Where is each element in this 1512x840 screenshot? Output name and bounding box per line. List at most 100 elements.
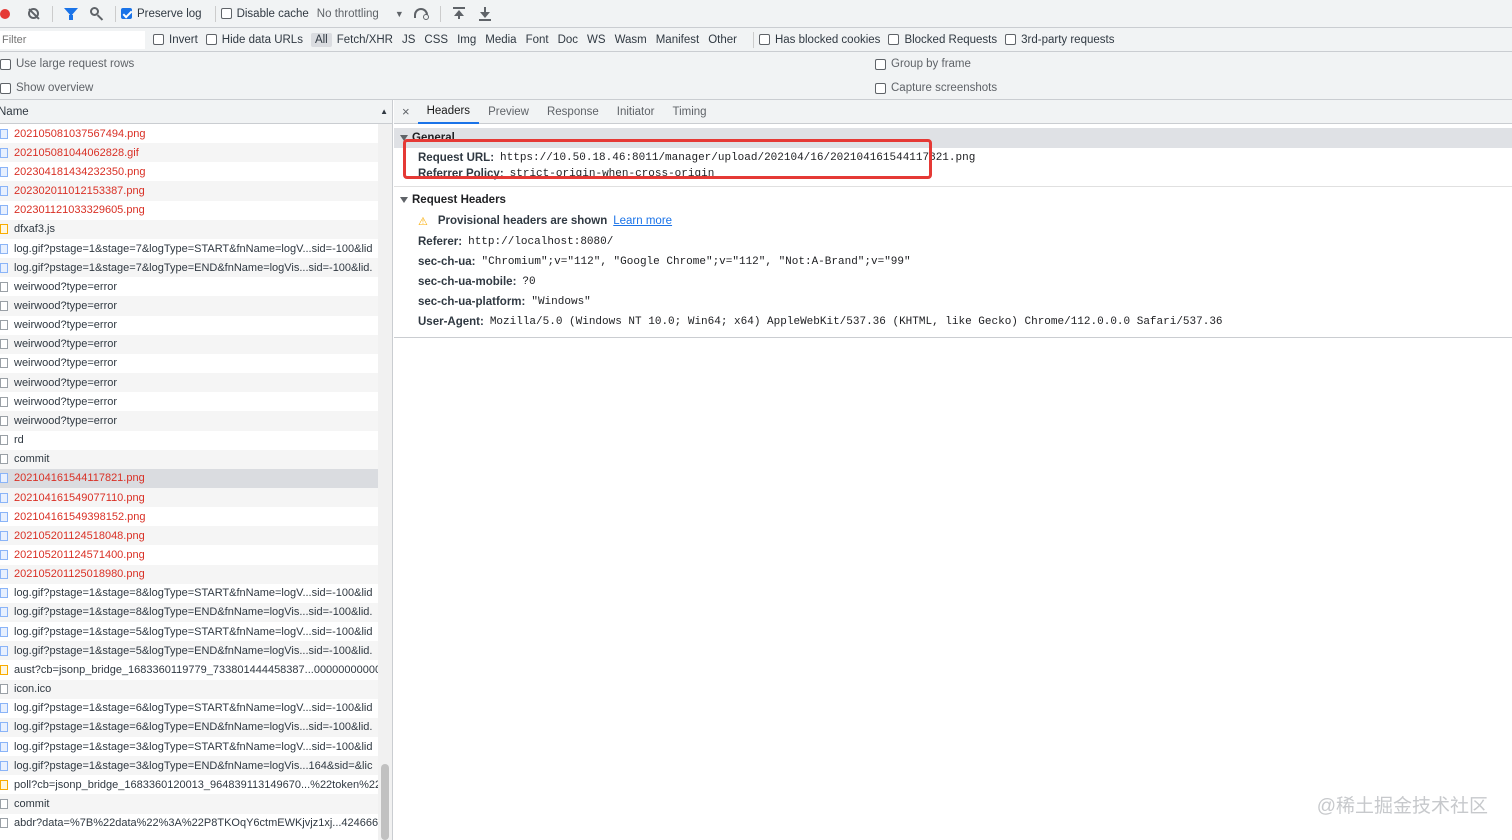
hide-data-urls-checkbox[interactable]: Hide data URLs (205, 34, 303, 46)
invert-checkbox[interactable]: Invert (153, 34, 198, 46)
filter-type-manifest[interactable]: Manifest (652, 33, 703, 47)
request-row[interactable]: 202105201124518048.png (0, 526, 378, 546)
request-name: poll?cb=jsonp_bridge_1683360120013_96483… (14, 778, 378, 791)
image-file-icon (0, 550, 8, 561)
filter-type-media[interactable]: Media (481, 33, 520, 47)
close-icon[interactable]: × (394, 104, 418, 119)
filter-type-fetchxhr[interactable]: Fetch/XHR (333, 33, 397, 47)
request-row[interactable]: weirwood?type=error (0, 334, 378, 354)
record-icon[interactable] (0, 6, 16, 22)
request-row[interactable]: poll?cb=jsonp_bridge_1683360120013_96483… (0, 775, 378, 794)
network-conditions-icon[interactable] (413, 6, 430, 22)
third-party-checkbox[interactable]: 3rd-party requests (1005, 34, 1114, 46)
request-headers-section-header[interactable]: Request Headers (394, 190, 1512, 210)
request-row[interactable]: weirwood?type=error (0, 316, 378, 335)
general-section-header[interactable]: General (394, 128, 1512, 148)
warning-icon: ⚠ (418, 215, 428, 228)
request-row[interactable]: log.gif?pstage=1&stage=8&logType=START&f… (0, 584, 378, 603)
request-row[interactable]: 202104161549077110.png (0, 487, 378, 508)
tab-preview[interactable]: Preview (479, 100, 538, 124)
request-name: log.gif?pstage=1&stage=6&logType=START&f… (14, 702, 373, 715)
request-row[interactable]: 202105201124571400.png (0, 545, 378, 564)
request-row[interactable]: log.gif?pstage=1&stage=3&logType=END&fnN… (0, 756, 378, 776)
filter-type-wasm[interactable]: Wasm (611, 33, 651, 47)
filter-type-js[interactable]: JS (398, 33, 419, 47)
has-blocked-cookies-checkbox[interactable]: Has blocked cookies (758, 34, 880, 46)
image-file-icon (0, 473, 8, 484)
resource-type-filters: All Fetch/XHR JS CSS Img Media Font Doc WS Wasm Ma… (310, 32, 742, 47)
preserve-log-checkbox[interactable]: Preserve log (121, 8, 202, 20)
filter-type-ws[interactable]: WS (583, 33, 610, 47)
request-row[interactable]: commit (0, 449, 378, 469)
request-row[interactable]: log.gif?pstage=1&stage=8&logType=END&fnN… (0, 602, 378, 623)
throttling-select[interactable]: No throttling ▼ (317, 8, 404, 20)
blocked-requests-checkbox[interactable]: Blocked Requests (888, 34, 997, 46)
request-row[interactable]: abdr?data=%7B%22data%22%3A%22P8TKOqY6ctm… (0, 814, 378, 833)
request-row[interactable]: weirwood?type=error (0, 277, 378, 296)
export-har-icon[interactable] (477, 6, 493, 22)
sort-ascending-icon: ▲ (380, 107, 388, 116)
name-column-label: Name (0, 105, 29, 118)
request-row[interactable]: log.gif?pstage=1&stage=3&logType=START&f… (0, 737, 378, 756)
search-icon[interactable] (89, 6, 105, 22)
filter-type-img[interactable]: Img (453, 33, 480, 47)
request-row[interactable]: weirwood?type=error (0, 354, 378, 373)
filter-type-other[interactable]: Other (704, 33, 741, 47)
show-overview-label: Show overview (16, 82, 94, 94)
request-name: weirwood?type=error (14, 280, 118, 293)
tab-timing[interactable]: Timing (663, 100, 715, 124)
request-row[interactable]: weirwood?type=error (0, 392, 378, 411)
disable-cache-checkbox[interactable]: Disable cache (220, 8, 309, 20)
request-header-row: sec-ch-ua: "Chromium";v="112", "Google Ch… (394, 252, 1512, 272)
request-row[interactable]: 202104161544117821.png (0, 468, 378, 488)
filter-type-font[interactable]: Font (522, 33, 553, 47)
request-row[interactable]: 202105081044062828.gif (0, 143, 378, 163)
request-row[interactable]: dfxaf3.js (0, 219, 378, 239)
request-list-scrollbar[interactable] (378, 124, 392, 840)
filter-type-css[interactable]: CSS (420, 33, 452, 47)
request-name: 202104161549398152.png (14, 510, 146, 523)
group-by-frame-checkbox[interactable]: Group by frame (875, 52, 971, 76)
request-row[interactable]: weirwood?type=error (0, 373, 378, 393)
request-row[interactable]: log.gif?pstage=1&stage=5&logType=END&fnN… (0, 641, 378, 661)
request-row[interactable]: 202302011012153387.png (0, 181, 378, 201)
document-file-icon (0, 435, 8, 446)
tab-headers[interactable]: Headers (417, 100, 480, 124)
request-row[interactable]: 202105201125018980.png (0, 564, 378, 584)
document-file-icon (0, 818, 8, 829)
request-row[interactable]: weirwood?type=error (0, 296, 378, 316)
request-row[interactable]: 202104161549398152.png (0, 507, 378, 526)
request-row[interactable]: log.gif?pstage=1&stage=6&logType=END&fnN… (0, 717, 378, 737)
request-row[interactable]: rd (0, 431, 378, 450)
capture-screenshots-checkbox[interactable]: Capture screenshots (875, 76, 997, 100)
request-row[interactable]: log.gif?pstage=1&stage=7&logType=END&fnN… (0, 258, 378, 278)
large-rows-checkbox[interactable]: Use large request rows (0, 52, 134, 76)
scrollbar-thumb[interactable] (381, 764, 389, 840)
invert-label: Invert (169, 33, 198, 46)
request-row[interactable]: 202105081037567494.png (0, 124, 378, 143)
filter-type-doc[interactable]: Doc (554, 33, 582, 47)
tab-response[interactable]: Response (538, 100, 608, 124)
clear-icon[interactable] (26, 6, 42, 22)
request-row[interactable]: icon.ico (0, 679, 378, 699)
show-overview-checkbox[interactable]: Show overview (0, 76, 93, 100)
filter-type-all[interactable]: All (310, 32, 332, 47)
import-har-icon[interactable] (451, 6, 467, 22)
learn-more-link[interactable]: Learn more (613, 215, 672, 227)
request-headers-list: Referer: http://localhost:8080/sec-ch-ua:… (394, 232, 1512, 332)
document-file-icon (0, 358, 8, 369)
name-column-header[interactable]: Name ▲ (0, 100, 392, 124)
request-row[interactable]: log.gif?pstage=1&stage=5&logType=START&f… (0, 622, 378, 641)
request-row[interactable]: log.gif?pstage=1&stage=7&logType=START&f… (0, 239, 378, 258)
request-row[interactable]: weirwood?type=error (0, 411, 378, 431)
request-row[interactable]: log.gif?pstage=1&stage=6&logType=START&f… (0, 699, 378, 718)
image-file-icon (0, 741, 8, 752)
image-file-icon (0, 530, 8, 541)
request-row[interactable]: 202301121033329605.png (0, 201, 378, 220)
request-row[interactable]: 202304181434232350.png (0, 162, 378, 181)
filter-icon[interactable] (63, 6, 79, 22)
request-row[interactable]: aust?cb=jsonp_bridge_1683360119779_73380… (0, 660, 378, 679)
tab-initiator[interactable]: Initiator (608, 100, 664, 124)
filter-input[interactable] (0, 30, 145, 49)
request-row[interactable]: commit (0, 794, 378, 814)
